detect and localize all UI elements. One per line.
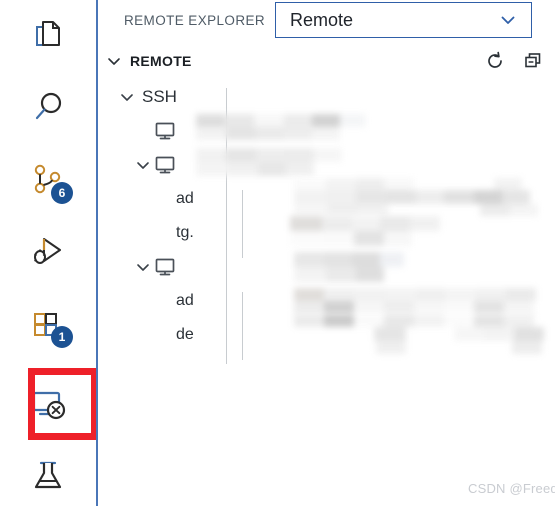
chevron-down-icon — [118, 88, 136, 106]
source-control-badge: 6 — [51, 182, 73, 204]
tree-item-host-3-child-1[interactable]: ad — [98, 284, 555, 318]
activity-item-source-control[interactable]: 6 — [0, 144, 96, 216]
source-control-icon: 6 — [26, 158, 73, 204]
activity-item-run-and-debug[interactable] — [0, 216, 96, 288]
tree-item-host-2-child-2[interactable]: tg. — [98, 216, 555, 250]
run-debug-icon — [26, 230, 70, 274]
files-icon — [26, 14, 70, 58]
vscode-window: 6 1 REMOTE EXPLORER Remote REMOTE SSH ad… — [0, 0, 555, 506]
beaker-icon — [26, 454, 70, 498]
refresh-icon[interactable] — [485, 51, 505, 71]
tree-item-label: SSH — [142, 87, 177, 106]
activity-item-testing[interactable] — [0, 440, 96, 506]
activity-item-search[interactable] — [0, 72, 96, 144]
tree-item-host-2[interactable] — [98, 148, 555, 182]
remote-tree: SSH ad tg. ad de — [98, 80, 555, 364]
tree-item-host-3-child-2[interactable]: de — [98, 318, 555, 352]
chevron-down-icon — [134, 258, 152, 276]
tree-item-label: ad — [176, 190, 194, 207]
activity-item-remote-explorer[interactable] — [0, 368, 96, 440]
remote-explorer-icon — [26, 382, 70, 426]
chevron-down-icon — [106, 53, 122, 69]
new-window-icon[interactable] — [523, 51, 543, 71]
tree-item-label: de — [176, 326, 194, 343]
activity-bar: 6 1 — [0, 0, 98, 506]
section-actions — [485, 51, 543, 71]
watermark: CSDN @Freedom3568 — [468, 481, 555, 496]
panel-title: REMOTE EXPLORER — [124, 12, 266, 28]
activity-item-explorer[interactable] — [0, 0, 96, 72]
tree-item-label: tg. — [176, 224, 194, 241]
remote-selector-value: Remote — [290, 9, 354, 30]
extensions-icon: 1 — [26, 302, 73, 348]
tree-item-host-3[interactable] — [98, 250, 555, 284]
monitor-icon — [154, 120, 176, 142]
monitor-icon — [154, 256, 176, 278]
search-icon — [26, 86, 70, 130]
section-title: REMOTE — [130, 53, 192, 69]
chevron-down-icon — [499, 11, 517, 29]
extensions-badge: 1 — [51, 326, 73, 348]
activity-item-extensions[interactable]: 1 — [0, 288, 96, 360]
remote-explorer-panel: REMOTE EXPLORER Remote REMOTE SSH ad tg.… — [98, 0, 555, 506]
tree-item-ssh-group[interactable]: SSH — [98, 80, 555, 114]
section-header-remote[interactable]: REMOTE — [98, 46, 555, 76]
tree-item-host-2-child-1[interactable]: ad — [98, 182, 555, 216]
chevron-down-icon — [134, 156, 152, 174]
remote-selector-dropdown[interactable]: Remote — [275, 2, 533, 38]
panel-header: REMOTE EXPLORER Remote — [98, 0, 555, 40]
tree-item-host-1[interactable] — [98, 114, 555, 148]
monitor-icon — [154, 154, 176, 176]
tree-item-label: ad — [176, 292, 194, 309]
